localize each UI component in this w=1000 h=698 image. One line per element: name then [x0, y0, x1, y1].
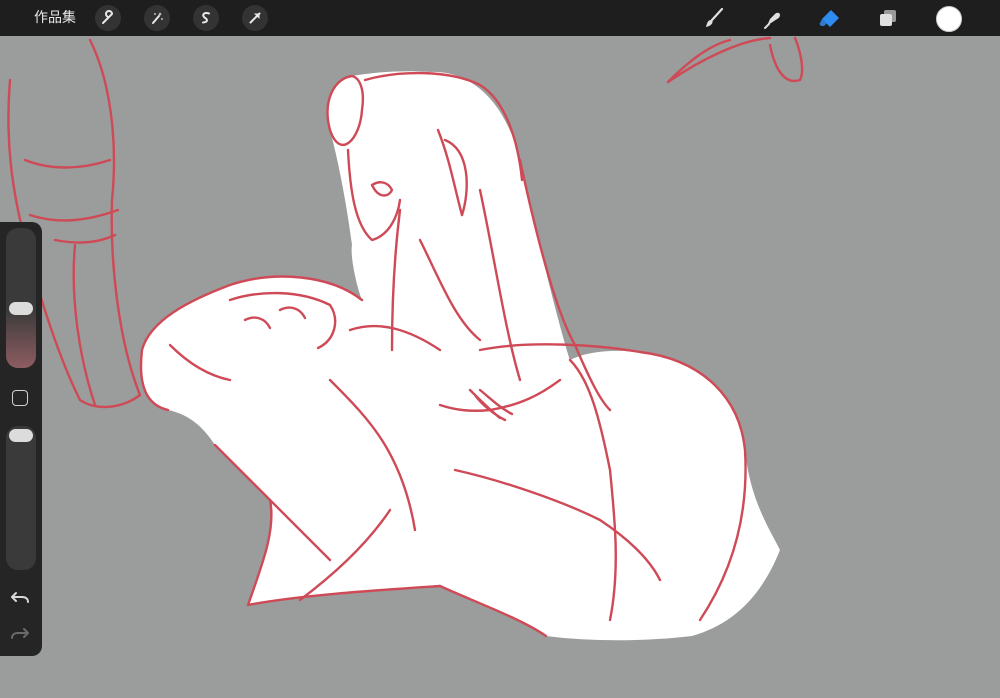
brush-size-thumb[interactable]: [9, 302, 33, 315]
arrow-cursor-icon[interactable]: [242, 5, 268, 31]
layers-icon[interactable]: [874, 4, 902, 32]
redo-icon[interactable]: [9, 624, 31, 644]
opacity-slider[interactable]: [6, 426, 36, 570]
color-picker-button[interactable]: [936, 6, 962, 32]
smudge-finger-icon[interactable]: [758, 4, 786, 32]
brush-size-slider[interactable]: [6, 228, 36, 368]
magic-wand-icon[interactable]: [144, 5, 170, 31]
eraser-icon[interactable]: [816, 4, 844, 32]
modifier-button[interactable]: [12, 390, 28, 406]
opacity-thumb[interactable]: [9, 429, 33, 442]
gallery-button[interactable]: 作品集: [34, 9, 76, 27]
selection-s-icon[interactable]: [193, 5, 219, 31]
drawing-canvas[interactable]: [0, 36, 1000, 698]
brush-icon[interactable]: [700, 4, 728, 32]
undo-icon[interactable]: [9, 588, 31, 608]
wrench-icon[interactable]: [95, 5, 121, 31]
left-sidebar: [0, 222, 42, 656]
top-toolbar: 作品集: [0, 0, 1000, 36]
brush-size-track: [6, 309, 36, 368]
